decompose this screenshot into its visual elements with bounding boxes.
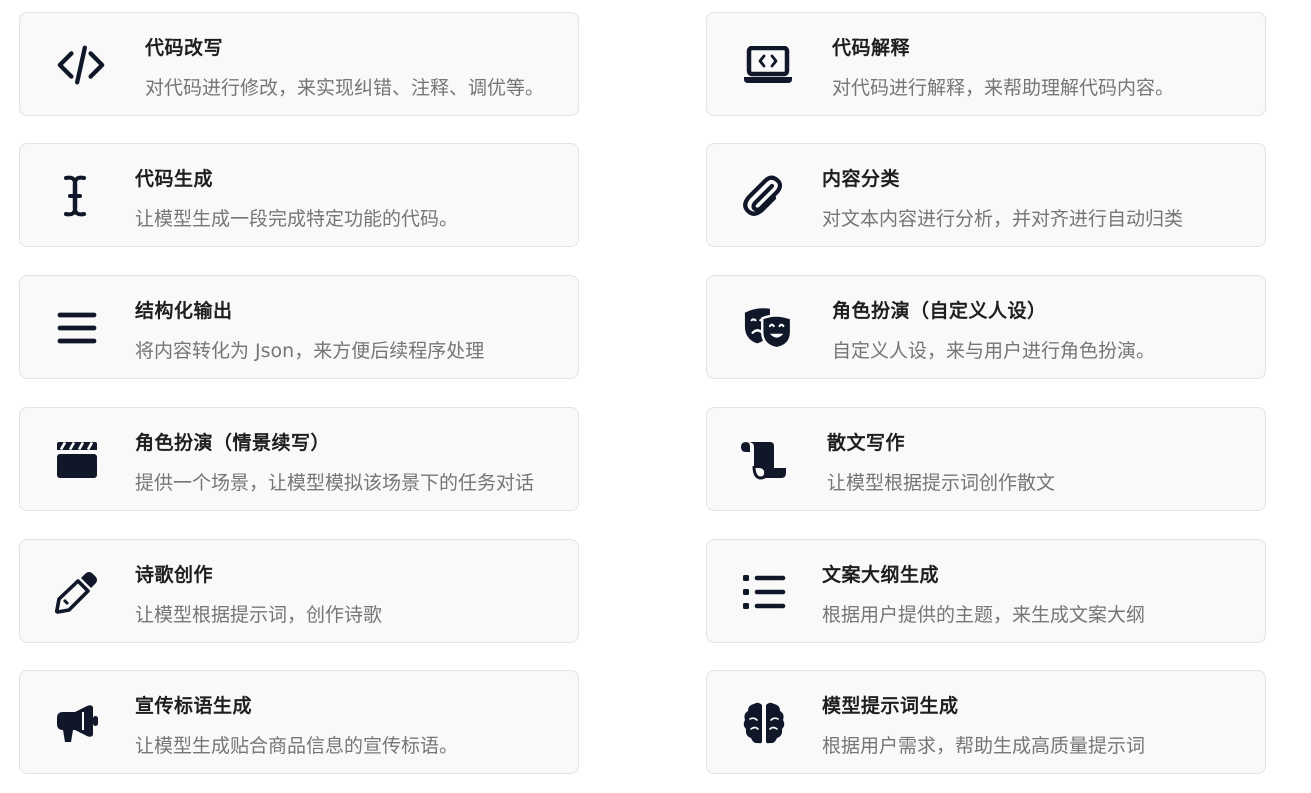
- masks-theater-icon: [743, 303, 793, 353]
- list-icon: [739, 567, 789, 617]
- card-description: 让模型生成一段完成特定功能的代码。: [135, 208, 459, 230]
- card-description: 根据用户提供的主题，来生成文案大纲: [822, 604, 1146, 626]
- card-title: 代码改写: [145, 37, 224, 59]
- card-description: 将内容转化为 Json，来方便后续程序处理: [135, 340, 485, 362]
- card-title: 角色扮演（自定义人设）: [832, 300, 1047, 322]
- card-title: 代码解释: [832, 37, 911, 59]
- menu-icon: [52, 303, 102, 353]
- card-title: 诗歌创作: [135, 564, 214, 586]
- code-icon: [56, 40, 106, 90]
- card-description: 根据用户需求，帮助生成高质量提示词: [822, 735, 1146, 757]
- card-title: 模型提示词生成: [822, 695, 959, 717]
- card-description: 对代码进行解释，来帮助理解代码内容。: [832, 77, 1175, 99]
- card-code-explain[interactable]: 代码解释 对代码进行解释，来帮助理解代码内容。: [706, 12, 1266, 116]
- card-description: 提供一个场景，让模型模拟该场景下的任务对话: [135, 472, 535, 494]
- scroll-icon: [739, 435, 789, 485]
- card-title: 结构化输出: [135, 300, 233, 322]
- card-description: 让模型根据提示词创作散文: [827, 472, 1056, 494]
- card-code-rewrite[interactable]: 代码改写 对代码进行修改，来实现纠错、注释、调优等。: [19, 12, 579, 116]
- pencil-icon: [52, 567, 102, 617]
- card-description: 对代码进行修改，来实现纠错、注释、调优等。: [145, 77, 545, 99]
- brain-icon: [739, 698, 789, 748]
- laptop-code-icon: [743, 40, 793, 90]
- card-prompt-generation[interactable]: 模型提示词生成 根据用户需求，帮助生成高质量提示词: [706, 670, 1266, 774]
- card-title: 内容分类: [822, 168, 901, 190]
- card-slogan-generation[interactable]: 宣传标语生成 让模型生成贴合商品信息的宣传标语。: [19, 670, 579, 774]
- clapperboard-icon: [52, 435, 102, 485]
- card-description: 让模型根据提示词，创作诗歌: [135, 604, 383, 626]
- paperclip-icon: [737, 171, 787, 221]
- card-content-classification[interactable]: 内容分类 对文本内容进行分析，并对齐进行自动归类: [706, 143, 1266, 247]
- card-role-play-custom[interactable]: 角色扮演（自定义人设） 自定义人设，来与用户进行角色扮演。: [706, 275, 1266, 379]
- card-title: 角色扮演（情景续写）: [135, 432, 331, 454]
- card-description: 让模型生成贴合商品信息的宣传标语。: [135, 735, 459, 757]
- card-description: 对文本内容进行分析，并对齐进行自动归类: [822, 208, 1184, 230]
- card-prose-writing[interactable]: 散文写作 让模型根据提示词创作散文: [706, 407, 1266, 511]
- card-poetry-creation[interactable]: 诗歌创作 让模型根据提示词，创作诗歌: [19, 539, 579, 643]
- card-title: 散文写作: [827, 432, 906, 454]
- card-title: 文案大纲生成: [822, 564, 940, 586]
- card-role-play-scenario[interactable]: 角色扮演（情景续写） 提供一个场景，让模型模拟该场景下的任务对话: [19, 407, 579, 511]
- card-description: 自定义人设，来与用户进行角色扮演。: [832, 340, 1156, 362]
- prompt-template-grid: 代码改写 对代码进行修改，来实现纠错、注释、调优等。 代码解释 对代码进行解释，…: [0, 0, 1311, 793]
- card-title: 宣传标语生成: [135, 695, 253, 717]
- card-code-generation[interactable]: 代码生成 让模型生成一段完成特定功能的代码。: [19, 143, 579, 247]
- card-copy-outline-generation[interactable]: 文案大纲生成 根据用户提供的主题，来生成文案大纲: [706, 539, 1266, 643]
- card-title: 代码生成: [135, 168, 214, 190]
- text-cursor-icon: [50, 171, 100, 221]
- card-structured-output[interactable]: 结构化输出 将内容转化为 Json，来方便后续程序处理: [19, 275, 579, 379]
- bullhorn-icon: [52, 698, 102, 748]
